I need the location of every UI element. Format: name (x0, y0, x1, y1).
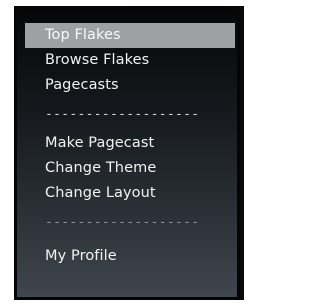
menu-item-change-theme[interactable]: Change Theme (25, 156, 235, 181)
menu-item-browse-flakes[interactable]: Browse Flakes (25, 48, 235, 73)
menu-separator: ------------------- (45, 215, 200, 230)
menu-item-pagecasts[interactable]: Pagecasts (25, 73, 235, 98)
menu-item-make-pagecast[interactable]: Make Pagecast (25, 131, 235, 156)
navigation-menu-panel: Top Flakes Browse Flakes Pagecasts -----… (14, 6, 240, 300)
menu-list: Top Flakes Browse Flakes Pagecasts -----… (25, 23, 235, 269)
menu-separator: ------------------- (45, 107, 200, 122)
menu-item-my-profile[interactable]: My Profile (25, 244, 235, 269)
menu-item-top-flakes[interactable]: Top Flakes (25, 23, 235, 48)
menu-item-change-layout[interactable]: Change Layout (25, 181, 235, 206)
